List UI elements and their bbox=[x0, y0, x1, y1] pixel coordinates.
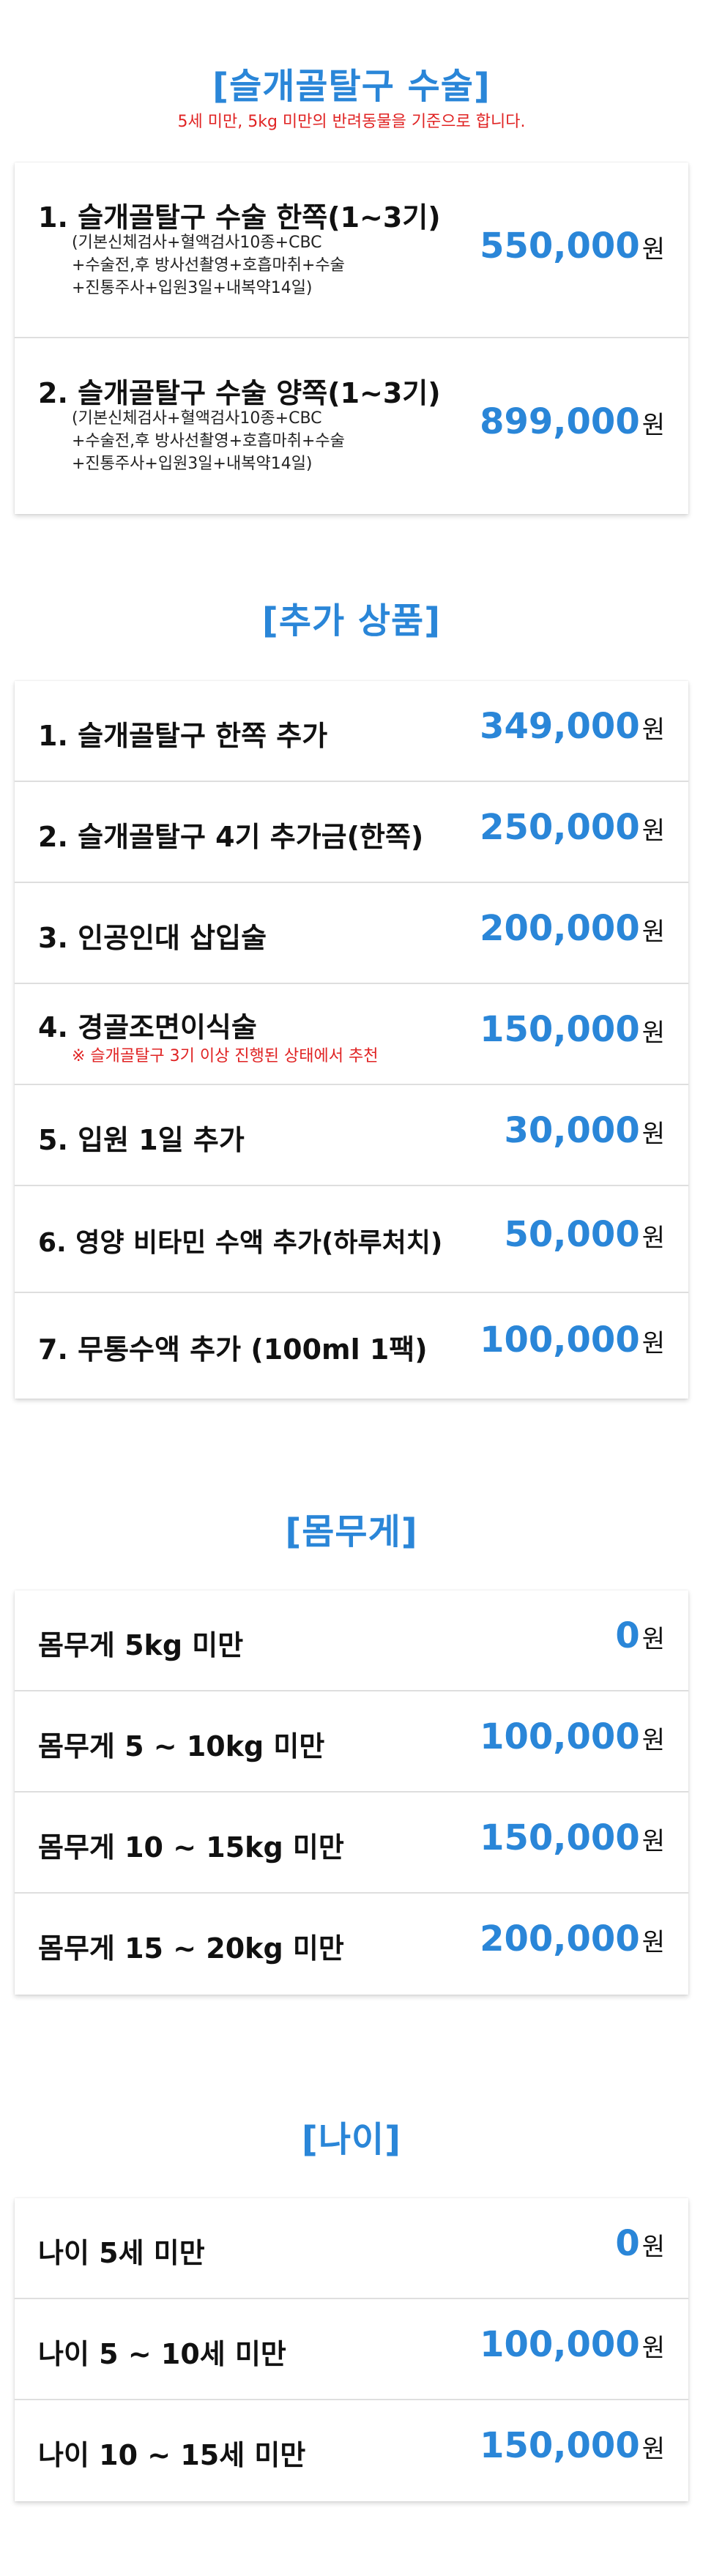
price-row: 나이 5세 미만 0 원 bbox=[15, 2198, 688, 2299]
price-amount: 200,000 bbox=[480, 1918, 640, 1959]
price-unit: 원 bbox=[641, 1019, 665, 1048]
item-detail-line: +수술전,후 방사선촬영+호흡마취+수술 bbox=[72, 256, 345, 275]
item-price: 0 원 bbox=[615, 1615, 665, 1656]
price-amount: 150,000 bbox=[480, 1817, 640, 1858]
price-row: 나이 5 ~ 10세 미만 100,000 원 bbox=[15, 2299, 688, 2400]
item-label: 1. 슬개골탈구 수술 한쪽(1~3기) bbox=[38, 201, 441, 234]
item-price: 150,000 원 bbox=[480, 2425, 665, 2466]
price-amount: 150,000 bbox=[480, 2425, 640, 2466]
item-price: 150,000 원 bbox=[480, 1009, 665, 1050]
item-label: 3. 인공인대 삽입술 bbox=[38, 922, 267, 954]
addons-price-card: 1. 슬개골탈구 한쪽 추가 349,000 원 2. 슬개골탈구 4기 추가금… bbox=[15, 681, 688, 1399]
item-label: 6. 영양 비타민 수액 추가(하루처치) bbox=[38, 1228, 443, 1258]
price-unit: 원 bbox=[641, 1120, 665, 1149]
price-unit: 원 bbox=[641, 1329, 665, 1358]
item-detail-line: +진통주사+입원3일+내복약14일) bbox=[72, 279, 313, 297]
price-row: 4. 경골조면이식술 ※ 슬개골탈구 3기 이상 진행된 상태에서 추천 150… bbox=[15, 984, 688, 1085]
item-price: 200,000 원 bbox=[480, 1918, 665, 1959]
price-unit: 원 bbox=[641, 816, 665, 846]
price-amount: 100,000 bbox=[480, 1716, 640, 1757]
price-row: 2. 슬개골탈구 4기 추가금(한쪽) 250,000 원 bbox=[15, 782, 688, 883]
price-row: 몸무게 10 ~ 15kg 미만 150,000 원 bbox=[15, 1793, 688, 1894]
item-label: 2. 슬개골탈구 수술 양쪽(1~3기) bbox=[38, 377, 441, 409]
weight-section-title: [몸무게] bbox=[285, 1511, 418, 1552]
price-unit: 원 bbox=[641, 2233, 665, 2262]
item-label: 몸무게 5kg 미만 bbox=[38, 1629, 244, 1661]
price-unit: 원 bbox=[641, 1625, 665, 1654]
item-price: 50,000 원 bbox=[504, 1214, 665, 1255]
item-price: 100,000 원 bbox=[480, 1716, 665, 1757]
price-unit: 원 bbox=[641, 1224, 665, 1253]
price-amount: 100,000 bbox=[480, 1319, 640, 1360]
price-row: 1. 슬개골탈구 한쪽 추가 349,000 원 bbox=[15, 681, 688, 782]
item-price: 150,000 원 bbox=[480, 1817, 665, 1858]
price-unit: 원 bbox=[641, 235, 665, 264]
price-amount: 0 bbox=[615, 2223, 640, 2264]
item-label: 나이 5 ~ 10세 미만 bbox=[38, 2338, 286, 2370]
item-detail-line: (기본신체검사+혈액검사10종+CBC bbox=[72, 409, 322, 428]
price-row: 나이 10 ~ 15세 미만 150,000 원 bbox=[15, 2400, 688, 2501]
surgery-section-title: [슬개골탈구 수술] bbox=[212, 66, 491, 107]
price-row: 7. 무통수액 추가 (100ml 1팩) 100,000 원 bbox=[15, 1293, 688, 1399]
weight-price-card: 몸무게 5kg 미만 0 원 몸무게 5 ~ 10kg 미만 100,000 원… bbox=[15, 1590, 688, 1995]
price-unit: 원 bbox=[641, 2334, 665, 2363]
item-price: 30,000 원 bbox=[504, 1110, 665, 1151]
price-row: 몸무게 5 ~ 10kg 미만 100,000 원 bbox=[15, 1691, 688, 1793]
item-detail-line: (기본신체검사+혈액검사10종+CBC bbox=[72, 234, 322, 252]
price-amount: 0 bbox=[615, 1615, 640, 1656]
item-price: 349,000 원 bbox=[480, 706, 665, 747]
price-row: 6. 영양 비타민 수액 추가(하루처치) 50,000 원 bbox=[15, 1186, 688, 1293]
item-label: 몸무게 10 ~ 15kg 미만 bbox=[38, 1831, 344, 1864]
addons-section-title: [추가 상품] bbox=[261, 600, 442, 641]
price-amount: 550,000 bbox=[480, 226, 640, 267]
price-row: 몸무게 15 ~ 20kg 미만 200,000 원 bbox=[15, 1894, 688, 1995]
price-amount: 349,000 bbox=[480, 706, 640, 747]
price-amount: 100,000 bbox=[480, 2324, 640, 2365]
item-label: 몸무게 5 ~ 10kg 미만 bbox=[38, 1730, 325, 1762]
price-amount: 30,000 bbox=[504, 1110, 640, 1151]
item-label: 나이 10 ~ 15세 미만 bbox=[38, 2439, 306, 2471]
item-detail-line: +진통주사+입원3일+내복약14일) bbox=[72, 455, 313, 473]
price-row: 1. 슬개골탈구 수술 한쪽(1~3기) (기본신체검사+혈액검사10종+CBC… bbox=[15, 163, 688, 338]
surgery-price-card: 1. 슬개골탈구 수술 한쪽(1~3기) (기본신체검사+혈액검사10종+CBC… bbox=[15, 163, 688, 514]
item-price: 550,000 원 bbox=[480, 226, 665, 267]
price-amount: 50,000 bbox=[504, 1214, 640, 1255]
item-price: 250,000 원 bbox=[480, 807, 665, 848]
age-section-title: [나이] bbox=[301, 2119, 402, 2160]
price-unit: 원 bbox=[641, 411, 665, 440]
price-row: 3. 인공인대 삽입술 200,000 원 bbox=[15, 883, 688, 984]
item-label: 나이 5세 미만 bbox=[38, 2237, 205, 2269]
price-unit: 원 bbox=[641, 2435, 665, 2464]
price-amount: 250,000 bbox=[480, 807, 640, 848]
item-label: 5. 입원 1일 추가 bbox=[38, 1124, 245, 1156]
price-amount: 899,000 bbox=[480, 401, 640, 442]
price-row: 5. 입원 1일 추가 30,000 원 bbox=[15, 1085, 688, 1186]
item-label: 1. 슬개골탈구 한쪽 추가 bbox=[38, 720, 328, 752]
price-unit: 원 bbox=[641, 1726, 665, 1755]
item-label: 4. 경골조면이식술 bbox=[38, 1011, 257, 1043]
price-unit: 원 bbox=[641, 917, 665, 947]
price-amount: 200,000 bbox=[480, 908, 640, 949]
price-unit: 원 bbox=[641, 715, 665, 745]
item-price: 899,000 원 bbox=[480, 401, 665, 442]
price-row: 2. 슬개골탈구 수술 양쪽(1~3기) (기본신체검사+혈액검사10종+CBC… bbox=[15, 338, 688, 514]
age-price-card: 나이 5세 미만 0 원 나이 5 ~ 10세 미만 100,000 원 나이 … bbox=[15, 2198, 688, 2501]
item-price: 0 원 bbox=[615, 2223, 665, 2264]
item-price: 100,000 원 bbox=[480, 2324, 665, 2365]
price-unit: 원 bbox=[641, 1928, 665, 1957]
item-label: 2. 슬개골탈구 4기 추가금(한쪽) bbox=[38, 821, 424, 853]
item-price: 200,000 원 bbox=[480, 908, 665, 949]
price-row: 몸무게 5kg 미만 0 원 bbox=[15, 1590, 688, 1691]
surgery-basis-note: 5세 미만, 5kg 미만의 반려동물을 기준으로 합니다. bbox=[177, 113, 526, 131]
item-detail-line: +수술전,후 방사선촬영+호흡마취+수술 bbox=[72, 432, 345, 450]
recommendation-note: ※ 슬개골탈구 3기 이상 진행된 상태에서 추천 bbox=[72, 1047, 379, 1065]
item-price: 100,000 원 bbox=[480, 1319, 665, 1360]
item-label: 7. 무통수액 추가 (100ml 1팩) bbox=[38, 1333, 428, 1366]
price-amount: 150,000 bbox=[480, 1009, 640, 1050]
price-unit: 원 bbox=[641, 1827, 665, 1856]
item-label: 몸무게 15 ~ 20kg 미만 bbox=[38, 1932, 344, 1965]
